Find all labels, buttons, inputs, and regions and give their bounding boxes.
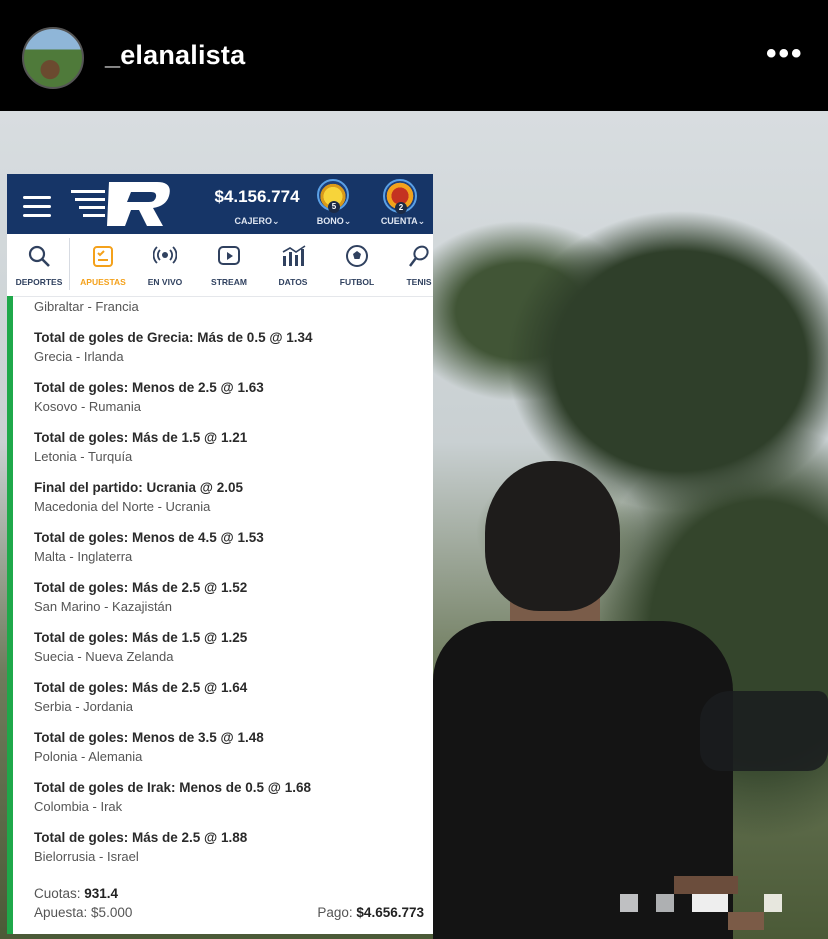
cuotas-label: Cuotas: [34, 886, 85, 901]
play-stream-icon [218, 246, 240, 265]
bet-selection: Total de goles: Más de 2.5 @ 1.64 [34, 680, 248, 695]
search-icon [28, 245, 50, 267]
live-broadcast-icon [153, 246, 177, 264]
pixelated-area [620, 876, 828, 939]
bet-match: Bielorrusia - Israel [34, 849, 139, 864]
tennis-icon [409, 245, 429, 267]
bet-match: Letonia - Turquía [34, 449, 133, 464]
app-topbar: $4.156.774 CAJERO⌄ 5 BONO⌄ 2 CUENTA⌄ [7, 174, 433, 234]
account-balance: $4.156.774 [214, 187, 300, 206]
bet-selection: Total de goles: Menos de 3.5 @ 1.48 [34, 730, 264, 745]
cuenta-badge: 2 [395, 202, 407, 214]
bet-match: Suecia - Nueva Zelanda [34, 649, 174, 664]
nav-stream[interactable]: STREAM [199, 234, 259, 296]
bet-item: Total de goles: Más de 1.5 @ 1.25 Suecia… [34, 630, 424, 664]
apuesta-label: Apuesta: [34, 905, 92, 920]
bet-match: Kosovo - Rumania [34, 399, 141, 414]
previous-bet-match: Gibraltar - Francia [34, 299, 139, 314]
sport-nav-bar: DEPORTES APUESTAS EN VIVO STREAM DATOS F… [7, 234, 433, 297]
bet-match: Colombia - Irak [34, 799, 123, 814]
cuotas-value: 931.4 [84, 886, 119, 901]
bet-match: Serbia - Jordania [34, 699, 133, 714]
bet-selection: Total de goles de Irak: Menos de 0.5 @ 1… [34, 780, 312, 795]
bet-item: Total de goles: Menos de 4.5 @ 1.53 Malt… [34, 530, 424, 564]
bet-match: Grecia - Irlanda [34, 349, 124, 364]
bet-selection: Total de goles: Menos de 4.5 @ 1.53 [34, 530, 264, 545]
nav-tenis[interactable]: TENIS [389, 234, 433, 296]
bet-summary: Cuotas: 931.4 Apuesta: $5.000 Pago: $4.6… [34, 886, 424, 924]
bet-selection: Total de goles: Menos de 2.5 @ 1.63 [34, 380, 264, 395]
bet-item: Total de goles de Irak: Menos de 0.5 @ 1… [34, 780, 424, 814]
pago-label: Pago: [317, 905, 357, 920]
nav-label: FUTBOL [339, 277, 375, 287]
nav-label: EN VIVO [147, 277, 183, 287]
bet-match: San Marino - Kazajistán [34, 599, 173, 614]
nav-label: TENIS [406, 277, 432, 287]
betslip-icon [93, 246, 113, 267]
stats-chart-icon [282, 245, 306, 266]
nav-deportes[interactable]: DEPORTES [9, 234, 69, 296]
bet-selection: Total de goles: Más de 1.5 @ 1.21 [34, 430, 248, 445]
cajero-menu[interactable]: CAJERO⌄ [207, 216, 307, 227]
pago-value: $4.656.773 [356, 905, 424, 920]
nav-datos[interactable]: DATOS [263, 234, 323, 296]
bet-item: Total de goles: Más de 1.5 @ 1.21 Letoni… [34, 430, 424, 464]
apuesta-value: $5.000 [91, 905, 133, 920]
bet-selection: Total de goles: Más de 2.5 @ 1.88 [34, 830, 248, 845]
bet-item: Total de goles: Menos de 3.5 @ 1.48 Polo… [34, 730, 424, 764]
nav-label: DEPORTES [15, 277, 63, 287]
bet-selection: Final del partido: Ucrania @ 2.05 [34, 480, 243, 495]
soccer-ball-icon [346, 245, 368, 267]
bet-match: Malta - Inglaterra [34, 549, 133, 564]
bet-slip-list: Gibraltar - Francia Total de goles de Gr… [7, 296, 433, 934]
nav-label: DATOS [278, 277, 308, 287]
cuenta-menu[interactable]: CUENTA⌄ [373, 216, 433, 227]
bet-item: Total de goles: Más de 2.5 @ 1.64 Serbia… [34, 680, 424, 714]
bet-item: Total de goles: Más de 2.5 @ 1.52 San Ma… [34, 580, 424, 614]
bono-menu[interactable]: BONO⌄ [307, 216, 361, 227]
nav-futbol[interactable]: FUTBOL [327, 234, 387, 296]
instagram-header: _elanalista ••• [0, 0, 828, 111]
bono-badge: 5 [328, 201, 340, 213]
nav-label: APUESTAS [80, 277, 126, 287]
brand-logo [71, 182, 170, 226]
bet-item: Final del partido: Ucrania @ 2.05 Macedo… [34, 480, 424, 514]
person-head [485, 461, 620, 611]
username[interactable]: _elanalista [105, 40, 245, 71]
bet-item: Total de goles: Menos de 2.5 @ 1.63 Koso… [34, 380, 424, 414]
user-avatar[interactable] [22, 27, 84, 89]
bet-match: Macedonia del Norte - Ucrania [34, 499, 211, 514]
hamburger-menu-icon[interactable] [23, 196, 51, 217]
bet-selection: Total de goles: Más de 2.5 @ 1.52 [34, 580, 248, 595]
nav-divider [69, 238, 70, 290]
bet-item: Total de goles: Más de 2.5 @ 1.88 Bielor… [34, 830, 424, 864]
motorbike [700, 691, 828, 771]
bet-item: Total de goles de Grecia: Más de 0.5 @ 1… [34, 330, 424, 364]
nav-label: STREAM [211, 277, 247, 287]
nav-en-vivo[interactable]: EN VIVO [135, 234, 195, 296]
bet-match: Polonia - Alemania [34, 749, 143, 764]
bet-selection: Total de goles de Grecia: Más de 0.5 @ 1… [34, 330, 313, 345]
odds-line: Cuotas: 931.4 [34, 886, 424, 905]
betting-app-screenshot: $4.156.774 CAJERO⌄ 5 BONO⌄ 2 CUENTA⌄ DEP… [7, 174, 433, 934]
more-horizontal-icon[interactable]: ••• [766, 39, 802, 70]
bet-selection: Total de goles: Más de 1.5 @ 1.25 [34, 630, 248, 645]
nav-apuestas[interactable]: APUESTAS [73, 234, 133, 296]
payout-line: Pago: $4.656.773 [317, 905, 424, 920]
